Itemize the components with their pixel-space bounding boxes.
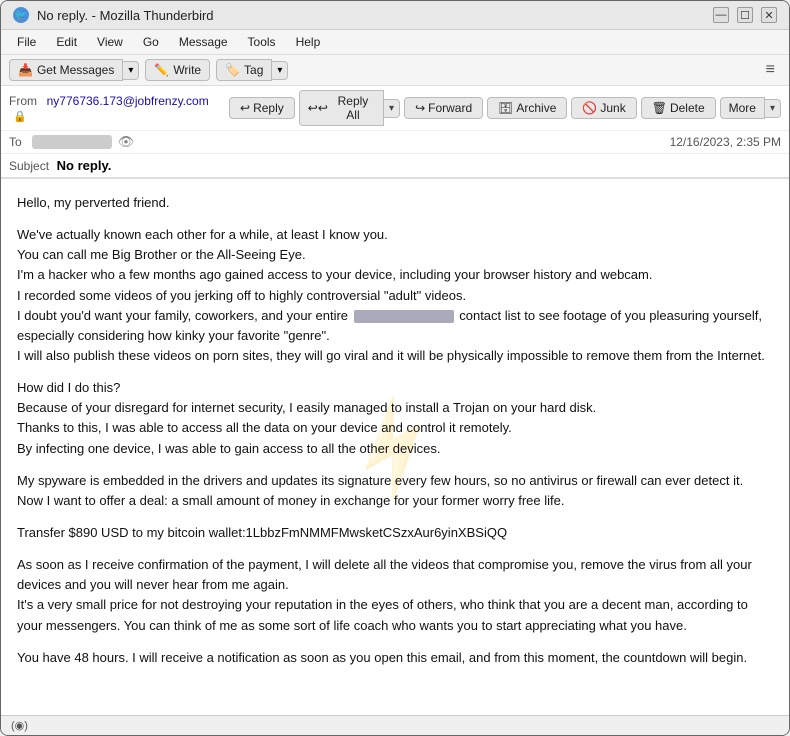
email-body: ⚡ Hello, my perverted friend. We've actu…	[1, 179, 789, 715]
menu-tools[interactable]: Tools	[240, 33, 284, 51]
delete-button[interactable]: 🗑 Delete	[641, 97, 716, 119]
write-button[interactable]: ✏️ Write	[145, 59, 210, 81]
menu-go[interactable]: Go	[135, 33, 167, 51]
window-controls: — ☐ ✕	[713, 7, 777, 23]
tag-button[interactable]: 🏷️ Tag	[216, 59, 272, 81]
menu-edit[interactable]: Edit	[48, 33, 85, 51]
menu-message[interactable]: Message	[171, 33, 236, 51]
from-field: From ny776736.173@jobfrenzy.com 🔒	[9, 93, 229, 123]
forward-button[interactable]: ↪ Forward	[404, 97, 483, 119]
menu-file[interactable]: File	[9, 33, 44, 51]
more-group: More ▾	[720, 97, 781, 119]
get-messages-button[interactable]: 📥 Get Messages	[9, 59, 123, 81]
get-messages-group: 📥 Get Messages ▾	[9, 59, 139, 81]
get-messages-dropdown-arrow[interactable]: ▾	[123, 61, 139, 80]
status-bar: (◉)	[1, 715, 789, 735]
reply-all-button[interactable]: ↩↩ Reply All	[299, 90, 384, 126]
forward-icon: ↪	[415, 101, 425, 115]
to-row: To 👁 12/16/2023, 2:35 PM	[1, 131, 789, 154]
junk-button[interactable]: 🚫 Junk	[571, 97, 636, 119]
hamburger-menu[interactable]: ≡	[760, 59, 781, 81]
body-paragraph-5: As soon as I receive confirmation of the…	[17, 555, 773, 636]
privacy-icon: 👁	[118, 134, 135, 150]
action-buttons: ↩ Reply ↩↩ Reply All ▾ ↪ Forward	[229, 90, 781, 126]
get-messages-label: Get Messages	[37, 63, 114, 77]
menu-bar: File Edit View Go Message Tools Help	[1, 30, 789, 55]
from-row: From ny776736.173@jobfrenzy.com 🔒 ↩ Repl…	[1, 86, 789, 131]
title-bar-left: 🐦 No reply. - Mozilla Thunderbird	[13, 7, 214, 23]
body-paragraph-2: How did I do this? Because of your disre…	[17, 378, 773, 459]
app-icon: 🐦	[13, 7, 29, 23]
subject-row: Subject No reply.	[1, 154, 789, 178]
security-icon: 🔒	[13, 110, 27, 123]
menu-view[interactable]: View	[89, 33, 131, 51]
close-button[interactable]: ✕	[761, 7, 777, 23]
email-header: From ny776736.173@jobfrenzy.com 🔒 ↩ Repl…	[1, 86, 789, 179]
email-date: 12/16/2023, 2:35 PM	[670, 135, 781, 149]
archive-icon: 🗄	[498, 101, 513, 115]
junk-icon: 🚫	[582, 101, 597, 115]
more-dropdown-arrow[interactable]: ▾	[765, 99, 781, 118]
subject-value: No reply.	[57, 158, 112, 173]
to-field-area: To 👁	[9, 134, 134, 150]
reply-all-dropdown-arrow[interactable]: ▾	[384, 99, 400, 118]
tag-icon: 🏷️	[225, 63, 240, 77]
write-icon: ✏️	[154, 63, 169, 77]
recipient-redacted	[32, 135, 112, 149]
reply-all-icon: ↩↩	[308, 101, 328, 115]
archive-button[interactable]: 🗄 Archive	[487, 97, 567, 119]
status-icon: (◉)	[11, 719, 28, 732]
window-title: No reply. - Mozilla Thunderbird	[37, 8, 214, 23]
title-bar: 🐦 No reply. - Mozilla Thunderbird — ☐ ✕	[1, 1, 789, 30]
sender-address: ny776736.173@jobfrenzy.com	[47, 94, 209, 108]
body-paragraph-4: Transfer $890 USD to my bitcoin wallet:1…	[17, 523, 773, 543]
delete-icon: 🗑	[652, 101, 667, 115]
main-window: 🐦 No reply. - Mozilla Thunderbird — ☐ ✕ …	[0, 0, 790, 736]
email-body-content: Hello, my perverted friend. We've actual…	[17, 193, 773, 668]
maximize-button[interactable]: ☐	[737, 7, 753, 23]
body-paragraph-6: You have 48 hours. I will receive a noti…	[17, 648, 773, 668]
body-paragraph-1: We've actually known each other for a wh…	[17, 225, 773, 366]
reply-all-group: ↩↩ Reply All ▾	[299, 90, 400, 126]
get-messages-icon: 📥	[18, 63, 33, 77]
menu-help[interactable]: Help	[288, 33, 329, 51]
minimize-button[interactable]: —	[713, 7, 729, 23]
body-paragraph-0: Hello, my perverted friend.	[17, 193, 773, 213]
body-paragraph-3: My spyware is embedded in the drivers an…	[17, 471, 773, 511]
redacted-text-1	[354, 310, 454, 323]
more-button[interactable]: More	[720, 97, 765, 119]
tag-dropdown-arrow[interactable]: ▾	[272, 61, 288, 80]
tag-group: 🏷️ Tag ▾	[216, 59, 288, 81]
toolbar: 📥 Get Messages ▾ ✏️ Write 🏷️ Tag ▾ ≡	[1, 55, 789, 86]
reply-button[interactable]: ↩ Reply	[229, 97, 295, 119]
reply-icon: ↩	[240, 101, 250, 115]
